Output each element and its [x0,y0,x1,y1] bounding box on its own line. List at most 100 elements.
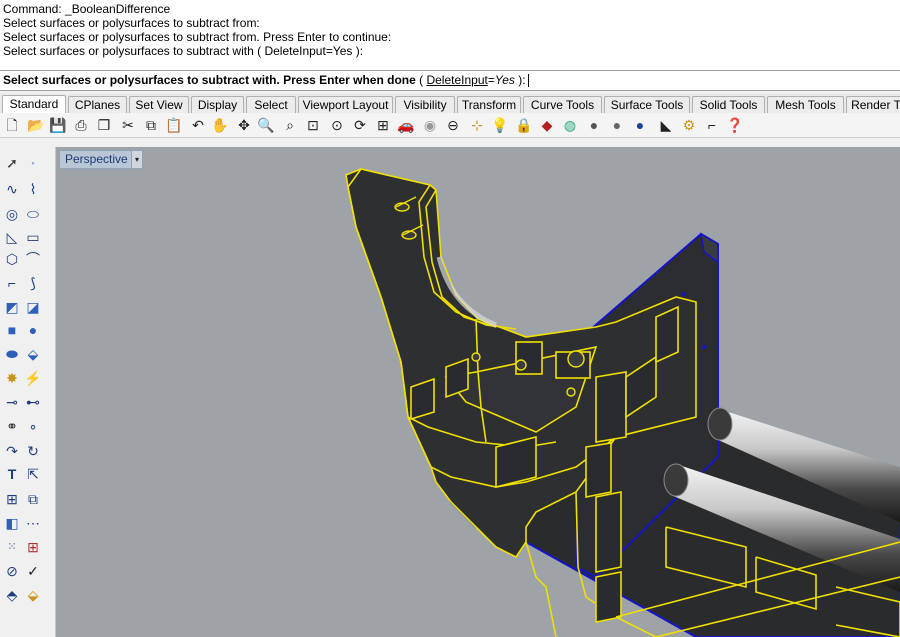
mesh-icon[interactable]: ⊘ [1,560,23,582]
split-icon[interactable]: ⊸ [1,391,23,413]
tab-select[interactable]: Select [246,96,296,113]
snap-icon[interactable]: ⌐ [702,115,722,135]
extrude-icon[interactable]: ⬙ [22,343,44,365]
zoom-extents-icon[interactable]: ⊡ [303,115,323,135]
paste-icon[interactable]: 📋 [164,115,184,135]
check-icon[interactable]: ✓ [22,560,44,582]
mouse-icon[interactable]: ◉ [420,115,440,135]
hide-icon[interactable]: ⊖ [443,115,463,135]
gear-options-icon[interactable]: ⚙ [679,115,699,135]
analysis-icon[interactable]: ⬘ [1,584,23,606]
command-prompt[interactable]: Select surfaces or polysurfaces to subtr… [0,70,900,91]
ellipse-icon[interactable]: ⬭ [22,203,44,225]
arc-icon[interactable]: ◺ [1,226,23,248]
paint-icon[interactable]: ⬙ [22,584,44,606]
zoom-window-icon[interactable]: ⌕ [280,115,300,135]
shaded-sphere-icon[interactable]: ● [607,115,627,135]
layer-icon[interactable]: ◆ [537,115,557,135]
zoom-icon[interactable]: 🔍 [256,115,276,135]
trim-icon[interactable]: ⚡ [22,367,44,389]
tab-viewport-layout[interactable]: Viewport Layout [298,96,393,113]
curve-icon[interactable]: ⌇ [22,178,44,200]
distance-icon[interactable]: ⋯ [22,512,44,534]
tab-standard[interactable]: Standard [2,95,66,113]
standard-toolbar: 🗋 📂 💾 ⎙ ❐ ✂ ⧉ 📋 ↶ ✋ ✥ 🔍 ⌕ ⊡ ⊙ ⟳ ⊞ 🚗 ◉ ⊖ … [0,113,900,138]
rendered-sphere-icon[interactable]: ● [584,115,604,135]
perspective-viewport[interactable]: Perspective ▾ [56,147,900,637]
text-icon[interactable]: T [1,463,23,485]
point-grid-icon[interactable]: ⁙ [1,536,23,558]
prompt-close: ): [514,73,526,87]
text-caret [527,74,529,88]
tab-surface-tools[interactable]: Surface Tools [604,96,690,113]
tab-render-tools[interactable]: Render T [846,96,900,113]
sphere-solid-icon[interactable]: ● [22,319,44,341]
boolean-union-icon[interactable]: ⚭ [1,415,23,437]
boolean-difference-icon[interactable]: ∘ [22,415,44,437]
tab-cplanes[interactable]: CPlanes [68,96,127,113]
command-history: Command: _BooleanDifference Select surfa… [0,0,900,70]
rotate-view-icon[interactable]: ✥ [234,115,254,135]
explode-icon[interactable]: ✸ [1,367,23,389]
tab-curve-tools[interactable]: Curve Tools [523,96,602,113]
polyline-icon[interactable]: ∿ [1,178,23,200]
surface-edge-icon[interactable]: ◪ [22,296,44,318]
zoom-selected-icon[interactable]: ⊙ [327,115,347,135]
main-toolbar: ➚ ◦ ∿ ⌇ ◎ ⬭ ◺ ▭ ⬡ ⌒ ⌐ ⟆ ◩ ◪ ■ ● ⬬ ⬙ ✸ ⚡ … [0,147,56,637]
fillet-curve-icon[interactable]: ⌐ [1,272,23,294]
undo-icon[interactable]: ↶ [188,115,208,135]
analyze-icon[interactable]: ◣ [656,115,676,135]
copy-object-icon[interactable]: ↻ [22,440,44,462]
car-icon[interactable]: 🚗 [396,115,416,135]
prompt-open: ( [415,73,427,87]
color-wheel-icon[interactable]: ◍ [560,115,580,135]
array-icon[interactable]: ⊞ [1,488,23,510]
delete-input-option[interactable]: DeleteInput [426,73,487,87]
point-icon[interactable]: ◦ [22,152,44,174]
pan-icon[interactable]: ✋ [210,115,230,135]
chevron-down-icon[interactable]: ▾ [131,150,143,169]
block-icon[interactable]: ◧ [1,512,23,534]
group-icon[interactable]: ⊞ [22,536,44,558]
join-icon[interactable]: ⊷ [22,391,44,413]
viewport-title[interactable]: Perspective [59,150,134,169]
history-line: Command: _BooleanDifference [3,2,171,16]
polygon-icon[interactable]: ⬡ [1,248,23,270]
offset-curve-icon[interactable]: ⟆ [22,272,44,294]
dimension-icon[interactable]: ⇱ [22,463,44,485]
render-sphere-icon[interactable]: ● [630,115,650,135]
tab-solid-tools[interactable]: Solid Tools [692,96,765,113]
move-icon[interactable]: ↷ [1,440,23,462]
rotate-icon[interactable]: ⟳ [350,115,370,135]
history-line: Select surfaces or polysurfaces to subtr… [3,30,392,44]
lock-icon[interactable]: 🔒 [514,115,534,135]
tab-transform[interactable]: Transform [457,96,521,113]
prompt-sep: = [487,73,495,87]
light-bulb-icon[interactable]: 💡 [490,115,510,135]
named-cplane-icon[interactable]: ⊹ [467,115,487,135]
tab-set-view[interactable]: Set View [129,96,189,113]
tab-visibility[interactable]: Visibility [395,96,455,113]
rectangle-icon[interactable]: ▭ [22,226,44,248]
save-icon[interactable]: 💾 [48,115,68,135]
new-icon[interactable]: 🗋 [2,115,22,135]
cylinder-solid-icon[interactable]: ⬬ [1,343,23,365]
surface-corner-icon[interactable]: ◩ [1,296,23,318]
four-view-icon[interactable]: ⊞ [373,115,393,135]
import-icon[interactable]: ❐ [94,115,114,135]
circle-icon[interactable]: ◎ [1,203,23,225]
tab-display[interactable]: Display [191,96,244,113]
freeform-icon[interactable]: ⌒ [22,248,44,270]
delete-input-value[interactable]: Yes [495,73,515,87]
tab-mesh-tools[interactable]: Mesh Tools [767,96,844,113]
copy-icon[interactable]: ⧉ [141,115,161,135]
mirror-icon[interactable]: ⧉ [22,488,44,510]
cut-icon[interactable]: ✂ [118,115,138,135]
history-line: Select surfaces or polysurfaces to subtr… [3,16,260,30]
part-model[interactable] [56,147,900,637]
open-icon[interactable]: 📂 [26,115,46,135]
select-arrow-icon[interactable]: ➚ [1,152,23,174]
help-icon[interactable]: ❓ [725,115,745,135]
box-solid-icon[interactable]: ■ [1,319,23,341]
print-icon[interactable]: ⎙ [71,115,91,135]
